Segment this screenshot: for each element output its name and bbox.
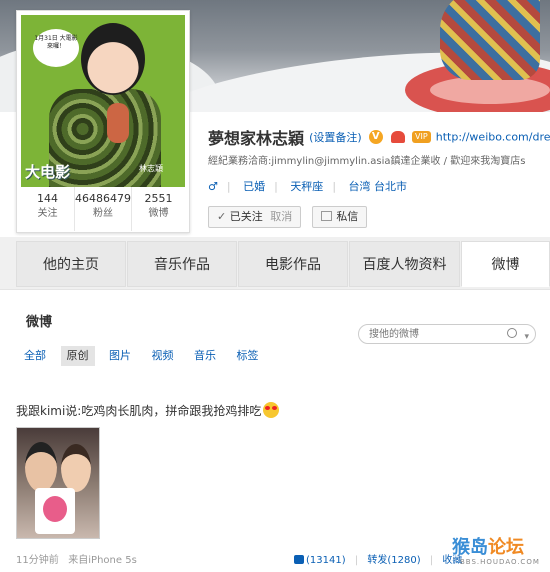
filter-videos[interactable]: 视频 [146,346,180,366]
profile-actions: ✓ 已关注 取消 私信 [208,206,373,228]
action-divider: | [354,555,359,566]
tab-music[interactable]: 音乐作品 [127,241,237,287]
stat-weibo-label: 微博 [148,208,169,219]
avatar-caption: 大电影 [25,163,71,181]
post-image-person-2 [61,444,91,492]
stat-fans-label: 粉丝 [93,208,113,219]
vip-badge-icon[interactable]: VIP [411,131,431,143]
watermark-sub: BBS.HOUDAO.COM [460,558,540,566]
unfollow-link[interactable]: 取消 [270,210,292,223]
profile-card: 1月31日 大電影 來囉！ 大电影 林志穎 144 关注 46486479 粉丝… [16,10,190,233]
watermark-main-b: 论坛 [488,537,524,558]
checkmark-icon: ✓ [217,210,227,223]
post-source[interactable]: 来自iPhone 5s [68,555,137,566]
marital-status-link[interactable]: 已婚 [243,180,265,193]
tab-baidu-profile[interactable]: 百度人物资料 [349,241,460,287]
tab-movies[interactable]: 电影作品 [238,241,348,287]
action-divider: | [429,555,434,566]
avatar-face [81,23,145,95]
avatar-signature: 林志穎 [139,164,163,173]
tab-home[interactable]: 他的主页 [16,241,126,287]
post-image-cup-print [43,496,67,522]
filter-all[interactable]: 全部 [18,346,52,366]
location-link[interactable]: 台湾 台北市 [349,180,408,193]
watermark-main-a: 猴岛 [452,537,488,558]
repost-link[interactable]: 转发(1280) [367,555,420,566]
avatar[interactable]: 1月31日 大電影 來囉！ 大电影 林志穎 [21,15,185,187]
profile-description: 經紀業務洽商:jimmylin@jimmylin.asia鎮達企業收 / 歡迎來… [208,156,526,167]
followed-button[interactable]: ✓ 已关注 取消 [208,206,302,228]
message-label: 私信 [336,210,359,223]
avatar-speech-bubble: 1月31日 大電影 來囉！ [33,29,79,67]
post-text: 我跟kimi说:吃鸡肉长肌肉，拼命跟我抢鸡排吃 [16,402,280,419]
profile-meta: ♂ | 已婚 | 天秤座 | 台湾 台北市 [208,180,408,193]
like-icon[interactable] [294,555,304,564]
search-input[interactable]: 搜他的微博 ▾ [358,324,536,344]
stat-weibo[interactable]: 2551 微博 [131,187,185,231]
profile-url-link[interactable]: http://weibo.com/dre [436,131,550,144]
search-icon[interactable] [507,328,517,338]
stat-following-count: 144 [37,192,58,205]
feed-filters: 全部 原创 图片 视频 音乐 标签 [18,346,270,366]
post-image-person-1 [25,442,57,492]
stat-following[interactable]: 144 关注 [21,187,74,231]
filter-original[interactable]: 原创 [60,346,95,366]
profile-name: 夢想家林志穎 [208,129,305,147]
profile-stats: 144 关注 46486479 粉丝 2551 微博 [21,187,185,231]
site-watermark: 猴岛论坛 [452,533,524,559]
avatar-small-figure [107,103,129,143]
gender-icon: ♂ [208,180,218,193]
post-actions: (13141) | 转发(1280) | 收藏 [294,551,462,566]
filter-music[interactable]: 音乐 [188,346,222,366]
search-placeholder: 搜他的微博 [369,329,419,340]
followed-label: 已关注 [229,210,263,223]
heart-badge-icon[interactable] [390,131,405,143]
like-count[interactable]: (13141) [306,555,346,566]
feed-title: 微博 [26,315,53,330]
profile-name-row: 夢想家林志穎 (设置备注) V VIP http://weibo.com/dre [208,125,550,147]
chevron-down-icon[interactable]: ▾ [524,327,529,347]
zodiac-link[interactable]: 天秤座 [290,180,323,193]
profile-tabs: 他的主页 音乐作品 电影作品 百度人物资料 微博 [0,237,550,290]
cover-snow-tube-inner [430,76,550,104]
message-button[interactable]: 私信 [312,206,368,228]
stat-following-label: 关注 [37,208,58,219]
post-time[interactable]: 11分钟前 [16,555,59,566]
stat-fans-count: 46486479 [75,192,131,205]
set-remark-link[interactable]: (设置备注) [309,131,362,144]
verified-icon[interactable]: V [368,130,383,144]
post-body: 我跟kimi说:吃鸡肉长肌肉，拼命跟我抢鸡排吃 [16,404,262,418]
stat-weibo-count: 2551 [144,192,173,205]
tab-weibo[interactable]: 微博 [461,241,550,287]
cover-child-figure [440,0,540,80]
heart-eyes-emoji-icon [263,402,280,418]
stat-fans[interactable]: 46486479 粉丝 [74,187,131,231]
post-image[interactable] [16,427,100,539]
filter-tags[interactable]: 标签 [231,346,265,366]
message-icon [321,211,333,221]
filter-images[interactable]: 图片 [103,346,137,366]
